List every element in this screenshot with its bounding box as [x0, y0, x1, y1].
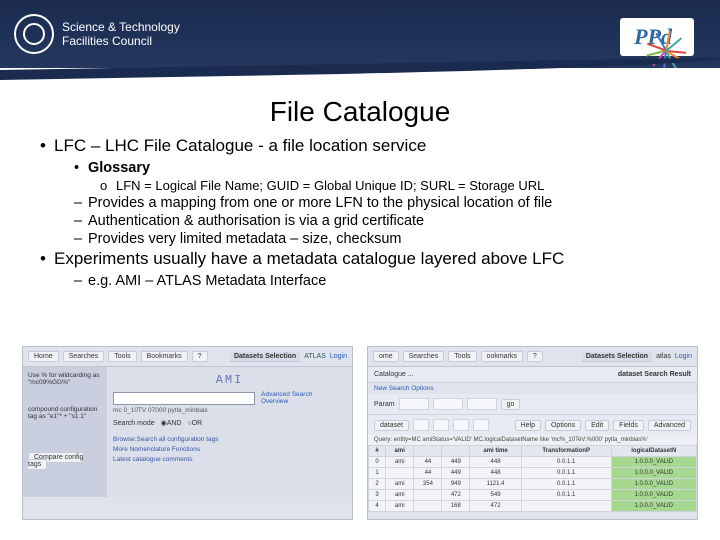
- login-link-r[interactable]: Login: [675, 353, 692, 360]
- bullet-1b: –Provides a mapping from one or more LFN…: [74, 195, 698, 211]
- left-center: AMI Advanced Search Overview mc 0_10TV 0…: [107, 367, 352, 497]
- screenshots-row: Home Searches Tools Bookmarks ? Datasets…: [22, 346, 698, 520]
- link-nomenclature[interactable]: More Nomenclature Functions: [113, 445, 346, 455]
- swoosh-divider: [0, 68, 720, 90]
- go-button[interactable]: go: [501, 399, 521, 410]
- login-link[interactable]: Login: [330, 353, 347, 360]
- query-line: Query: entity=MC amiStatus='VALID' MC.lo…: [368, 435, 697, 445]
- panel-title-r: Datasets Selection: [582, 352, 652, 362]
- dataset-tab[interactable]: dataset: [374, 420, 409, 431]
- nav-searches[interactable]: Searches: [63, 351, 105, 362]
- ppd-logo: PPd: [620, 18, 694, 56]
- nav-bookmarks-r[interactable]: ookmarks: [481, 351, 523, 362]
- left-sidebar: Use % for wildcarding as "mc09%GG%" comp…: [23, 367, 107, 497]
- filter-cell-2[interactable]: [433, 398, 463, 410]
- fields-btn[interactable]: Fields: [613, 420, 644, 431]
- crumb: Catalogue ...: [374, 371, 414, 378]
- side-hint: Use % for wildcarding as "mc09%GG%": [28, 372, 102, 386]
- result-title: dataset Search Result: [618, 371, 691, 378]
- stfc-logo: Science & Technology Facilities Council: [0, 14, 180, 54]
- nav-tools[interactable]: Tools: [108, 351, 136, 362]
- advanced-btn[interactable]: Advanced: [648, 420, 691, 431]
- panel-title: Datasets Selection: [230, 352, 300, 362]
- table-row: 4ami1684721.0.0.0_VALID: [369, 501, 697, 512]
- ami-logo: AMI: [113, 373, 346, 387]
- compare-button[interactable]: Compare config tags: [28, 452, 83, 470]
- side-hint2: compound configuration tag as "e1"* + "s…: [28, 406, 102, 420]
- content-area: •LFC – LHC File Catalogue - a file locat…: [0, 136, 720, 289]
- new-search-link[interactable]: New Search Options: [368, 383, 697, 394]
- bullet-1: •LFC – LHC File Catalogue - a file locat…: [40, 136, 698, 156]
- ami-results-screenshot: ome Searches Tools ookmarks ? Datasets S…: [367, 346, 698, 520]
- nav-help-r[interactable]: ?: [527, 351, 543, 362]
- search-mode-row: Search mode ◉AND ○OR: [113, 419, 346, 427]
- atlas-label-r: atlas: [656, 353, 671, 360]
- bullet-1a1: oLFN = Logical File Name; GUID = Global …: [100, 178, 698, 193]
- bullet-1c: –Authentication & authorisation is via a…: [74, 213, 698, 229]
- edit-btn[interactable]: Edit: [585, 420, 609, 431]
- nav-tools-r[interactable]: Tools: [448, 351, 476, 362]
- nav-help[interactable]: ?: [192, 351, 208, 362]
- filter-bar: Param go: [368, 394, 697, 414]
- atlas-label: ATLAS: [304, 353, 326, 360]
- table-row: 2ami3549491121.40.0.1.11.0.0.0_VALID: [369, 479, 697, 490]
- filter-cell-3[interactable]: [467, 398, 497, 410]
- results-table: # ami ami time TransformationP logicalDa…: [368, 445, 697, 512]
- ami-search-screenshot: Home Searches Tools Bookmarks ? Datasets…: [22, 346, 353, 520]
- param-label: Param: [374, 401, 395, 408]
- placeholder-text: mc 0_10TV 07000 pytla_minbias: [113, 407, 346, 414]
- search-input[interactable]: [113, 392, 255, 405]
- adv-search-link[interactable]: Advanced Search: [261, 391, 312, 398]
- table-row: 0ami444494480.0.1.11.0.0.0_VALID: [369, 457, 697, 468]
- ami-right-toolbar: ome Searches Tools ookmarks ? Datasets S…: [368, 347, 697, 367]
- table-row: 1444494480.0.1.11.0.0.0_VALID: [369, 468, 697, 479]
- table-row: 3ami4725490.0.1.11.0.0.0_VALID: [369, 490, 697, 501]
- nav-searches-r[interactable]: Searches: [403, 351, 445, 362]
- help-btn[interactable]: Help: [515, 420, 541, 431]
- org-line2: Facilities Council: [62, 34, 180, 48]
- filter-cell-1[interactable]: [399, 398, 429, 410]
- nav-home[interactable]: Home: [28, 351, 59, 362]
- nav-bookmarks[interactable]: Bookmarks: [141, 351, 188, 362]
- table-header-row: # ami ami time TransformationP logicalDa…: [369, 446, 697, 457]
- ami-left-toolbar: Home Searches Tools Bookmarks ? Datasets…: [23, 347, 352, 367]
- stfc-mark-icon: [14, 14, 54, 54]
- bullet-1a: •Glossary: [74, 160, 698, 176]
- bullet-2: •Experiments usually have a metadata cat…: [40, 249, 698, 269]
- org-line1: Science & Technology: [62, 20, 180, 34]
- link-comments[interactable]: Latest catalogue comments: [113, 455, 346, 465]
- header-banner: Science & Technology Facilities Council …: [0, 0, 720, 68]
- link-browse[interactable]: Browse:Search all configuration tags: [113, 435, 346, 445]
- options-btn[interactable]: Options: [545, 420, 581, 431]
- overview-link[interactable]: Overview: [261, 398, 312, 405]
- nav-home-r[interactable]: ome: [373, 351, 399, 362]
- bullet-2a: –e.g. AMI – ATLAS Metadata Interface: [74, 273, 698, 289]
- bullet-1d: –Provides very limited metadata – size, …: [74, 231, 698, 247]
- slide-title: File Catalogue: [0, 96, 720, 128]
